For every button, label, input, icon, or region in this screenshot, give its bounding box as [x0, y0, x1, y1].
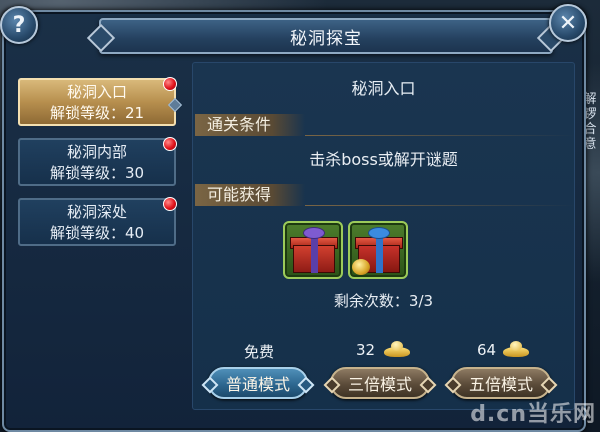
condition-header: 通关条件 — [195, 114, 575, 136]
quintuple-mode-price: 64 — [477, 341, 497, 359]
tab-label: 秘洞内部 — [66, 143, 127, 161]
notification-dot-icon — [163, 197, 177, 211]
tab-unlock-level: 解锁等级：40 — [49, 224, 145, 242]
reward-slot[interactable] — [283, 221, 343, 279]
notification-dot-icon — [163, 137, 177, 151]
quintuple-mode-button[interactable]: 五倍模式 — [451, 367, 551, 399]
tab-unlock-level: 解锁等级：21 — [49, 104, 145, 122]
triple-mode-button[interactable]: 三倍模式 — [330, 367, 430, 399]
notification-dot-icon — [163, 77, 177, 91]
tab-label: 秘洞深处 — [66, 203, 127, 221]
close-button[interactable]: ✕ — [549, 4, 587, 42]
panel-title: 秘洞探宝 — [99, 18, 553, 54]
content-title: 秘洞入口 — [351, 79, 416, 98]
triple-mode-price: 32 — [356, 341, 376, 359]
tab-cave-entrance[interactable]: 秘洞入口 解锁等级：21 — [18, 77, 183, 126]
tab-cave-depths[interactable]: 秘洞深处 解锁等级：40 — [18, 197, 177, 246]
remaining-attempts: 剩余次数：3/3 — [333, 292, 434, 310]
tab-cave-interior[interactable]: 秘洞内部 解锁等级：30 — [18, 137, 177, 186]
tab-label: 秘洞入口 — [66, 83, 127, 101]
tab-unlock-level: 解锁等级：30 — [49, 164, 145, 182]
watermark: d.cn当乐网 — [470, 402, 596, 427]
normal-mode-button[interactable]: 普通模式 — [208, 367, 308, 399]
gold-ingot-icon — [384, 339, 410, 359]
rewards-header: 可能获得 — [195, 184, 575, 206]
help-button[interactable]: ? — [0, 6, 38, 44]
normal-mode-price: 免费 — [244, 343, 275, 361]
condition-text: 击杀boss或解开谜题 — [309, 150, 458, 169]
gold-ingot-icon — [503, 339, 529, 359]
reward-slot[interactable] — [348, 221, 408, 279]
